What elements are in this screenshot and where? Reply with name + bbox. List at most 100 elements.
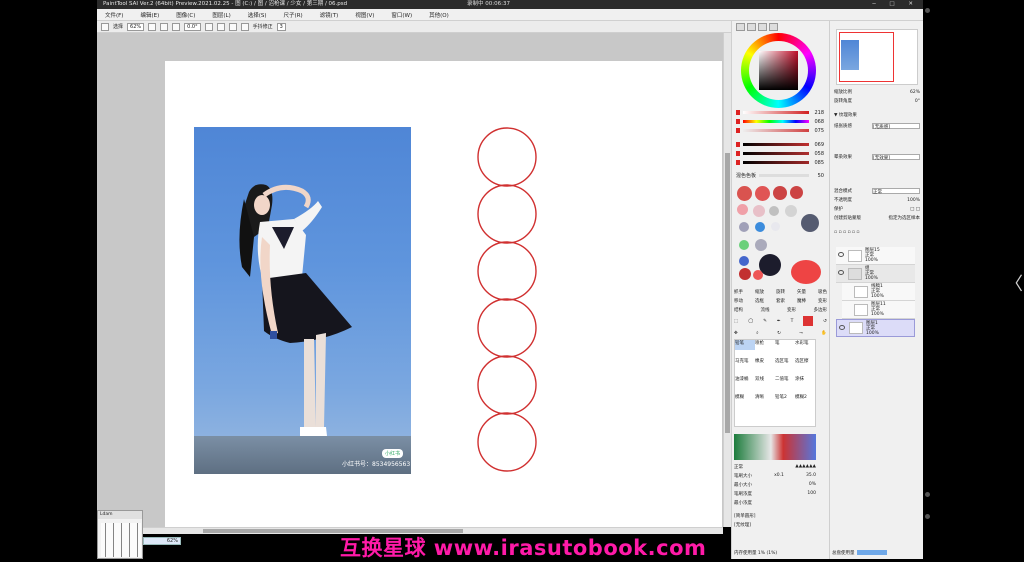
brush-smudge[interactable]: 涂抹	[795, 376, 815, 386]
opacity-value[interactable]: 100%	[907, 198, 920, 203]
tool-warp[interactable]: 变形	[787, 307, 796, 313]
swap-color-icon[interactable]: ↺	[823, 319, 827, 324]
marquee-icon[interactable]: ⬚	[734, 319, 738, 324]
selection-source-checkbox[interactable]: 指定为选区样本	[889, 215, 921, 221]
brush-watercolor[interactable]: 水彩笔	[795, 340, 815, 350]
swatch[interactable]	[739, 268, 751, 280]
layer-row[interactable]: 图层15 正常 100%	[836, 247, 915, 265]
menu-filter[interactable]: 滤镜(T)	[320, 11, 339, 19]
lasso-icon[interactable]: ◯	[748, 319, 753, 324]
layer-row-selected[interactable]: 图层1 正常 100%	[836, 319, 915, 337]
tool-lasso[interactable]: 套索	[776, 298, 785, 304]
brush-texture-select[interactable]: [无纹理]	[734, 522, 751, 528]
texture-select[interactable]: [无质感]	[872, 123, 920, 130]
swatch[interactable]	[755, 239, 767, 251]
swatch[interactable]	[737, 186, 752, 201]
mix-palette-value[interactable]: 50	[812, 173, 824, 179]
brush-blur-2[interactable]: 模糊2	[795, 394, 815, 404]
blend-mode-select[interactable]: 正常	[872, 188, 920, 195]
navigator-thumbnail[interactable]	[836, 29, 918, 85]
effects-header[interactable]: ▼ 纹理效果	[834, 112, 857, 118]
selection-toggle-button[interactable]	[101, 22, 109, 31]
swatch[interactable]	[753, 270, 763, 280]
status-zoom-field[interactable]: 62%	[143, 537, 181, 545]
wand-icon[interactable]: ✎	[763, 319, 767, 324]
menu-window[interactable]: 窗口(W)	[391, 11, 412, 19]
canvas-area[interactable]: 小红书 小红书号：8534956563	[97, 33, 723, 527]
rgb-tab[interactable]	[747, 23, 756, 31]
color-wheel-tab[interactable]	[736, 23, 745, 31]
menu-ruler[interactable]: 尺子(R)	[284, 11, 303, 19]
text-icon[interactable]: T	[791, 319, 794, 324]
tool-rotate[interactable]: 旋转	[776, 289, 785, 295]
menu-edit[interactable]: 编辑(E)	[140, 11, 159, 19]
eyedropper-icon[interactable]: ⊸	[799, 331, 803, 336]
zoom-field[interactable]: 62%	[127, 22, 145, 31]
hsv-tab[interactable]	[758, 23, 767, 31]
mini-navigator-window[interactable]: Ldam	[97, 510, 143, 559]
pen-icon[interactable]: ✒	[777, 319, 781, 324]
color-swatches[interactable]	[735, 184, 825, 284]
swatch[interactable]	[769, 206, 779, 216]
brush-pencil-2[interactable]: 铅笔2	[775, 394, 795, 404]
brush-pencil[interactable]: 铅笔	[735, 340, 755, 350]
brush-blur[interactable]: 模糊	[735, 394, 755, 404]
brush-marker[interactable]: 马克笔	[735, 358, 755, 368]
zoom-in-button[interactable]	[160, 22, 169, 31]
tool-vector[interactable]: 矢量	[797, 289, 806, 295]
effect-select[interactable]: [无效果]	[872, 154, 920, 161]
brush-airbrush[interactable]: 喷枪	[755, 340, 775, 350]
canvas-vertical-scrollbar[interactable]	[723, 33, 731, 527]
brush-double-line[interactable]: 双线	[755, 376, 775, 386]
clip-mask-checkbox[interactable]: 创建剪贴蒙版	[834, 215, 861, 221]
brush-shape-select[interactable]: [简单圆形]	[734, 513, 756, 519]
protect-checkboxes[interactable]: □ □	[910, 207, 920, 212]
color-slider-4[interactable]: 069	[736, 141, 824, 148]
layer-tool-icons[interactable]: ▫ ▫ ▫ ▫ ▫ ▫	[834, 230, 859, 235]
swatch[interactable]	[773, 186, 787, 200]
layer-folder-row[interactable]: 组正常 100%	[836, 265, 915, 283]
brush-size-mult[interactable]: x0.1	[774, 473, 784, 478]
brush-mode[interactable]: 正常	[734, 464, 743, 470]
stabilizer-field[interactable]: 3	[276, 22, 286, 31]
tool-structure[interactable]: 结构	[734, 307, 743, 313]
brush-pen[interactable]: 笔	[775, 340, 795, 350]
flip-button[interactable]	[240, 22, 249, 31]
angle-field[interactable]: 0.0°	[184, 22, 201, 31]
brush-size-value[interactable]: 35.0	[806, 473, 816, 478]
swatch[interactable]	[739, 256, 749, 266]
menu-image[interactable]: 图像(C)	[176, 11, 195, 19]
color-slider-3[interactable]: 075	[736, 127, 824, 134]
palette-tab[interactable]	[769, 23, 778, 31]
tool-marquee[interactable]: 选框	[755, 298, 764, 304]
tool-hand[interactable]: 抓手	[734, 289, 743, 295]
swatch[interactable]	[755, 222, 765, 232]
zoom-out-button[interactable]	[148, 22, 157, 31]
menu-select[interactable]: 选择(S)	[248, 11, 267, 19]
swatch[interactable]	[791, 260, 821, 284]
eye-icon[interactable]	[838, 270, 844, 275]
swatch[interactable]	[739, 222, 749, 232]
tool-eyedropper[interactable]: 吸色	[818, 289, 827, 295]
tool-curve[interactable]: 流线	[761, 307, 770, 313]
mini-tool-icons[interactable]	[101, 523, 141, 557]
menu-view[interactable]: 视图(V)	[355, 11, 374, 19]
swatch[interactable]	[739, 240, 749, 250]
tool-zoom[interactable]: 缩放	[755, 289, 764, 295]
menu-file[interactable]: 文件(F)	[105, 11, 123, 19]
rotate-left-button[interactable]	[204, 22, 213, 31]
brush-bucket[interactable]: 油漆桶	[735, 376, 755, 386]
brush-eraser[interactable]: 橡皮	[755, 358, 775, 368]
saturation-value-square[interactable]	[759, 51, 798, 90]
move-icon[interactable]: ✥	[734, 331, 738, 336]
nav-angle-value[interactable]: 0°	[915, 99, 920, 104]
zoom-reset-button[interactable]	[172, 22, 181, 31]
menu-layer[interactable]: 图层(L)	[212, 11, 230, 19]
tool-transform[interactable]: 变形	[818, 298, 827, 304]
brush-binary[interactable]: 二值笔	[775, 376, 795, 386]
menu-other[interactable]: 其他(O)	[429, 11, 449, 19]
hand-icon[interactable]: ✋	[821, 331, 827, 336]
tool-move[interactable]: 移动	[734, 298, 743, 304]
color-slider-1[interactable]: 218	[736, 109, 824, 116]
eye-icon[interactable]	[838, 252, 844, 257]
